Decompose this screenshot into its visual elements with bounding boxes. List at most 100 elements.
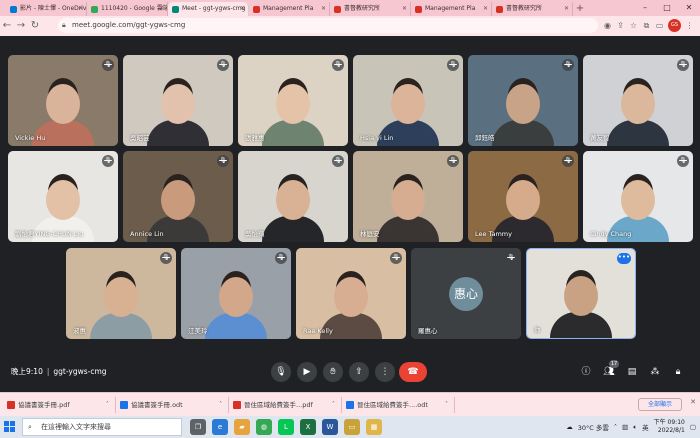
participant-tile[interactable]: 張雅惠 🎙︎ bbox=[238, 55, 348, 146]
forward-icon[interactable]: → bbox=[14, 16, 28, 36]
windows-taskbar: ⌕ 在這裡輸入文字來搜尋 ❐ e ▰ ◍ L X W ▭ ▦ ☁︎ 30°C 多… bbox=[0, 416, 700, 438]
download-menu-icon[interactable]: ˄ bbox=[106, 397, 109, 413]
browser-tab[interactable]: Meet - ggt-ygws-cmg ✕ bbox=[168, 2, 249, 16]
tab-close-icon[interactable]: ✕ bbox=[564, 2, 569, 16]
profile-avatar[interactable]: GS bbox=[668, 19, 681, 32]
meet-control-bar: 晚上9:10 | ggt-ygws-cmg 🎙︎ ▶ ✋︎ ⇧ ⋮ ☎︎ ⓘ 👥︎ … bbox=[0, 352, 700, 392]
url-field[interactable]: 🔒︎ meet.google.com/ggt-ygws-cmg bbox=[58, 18, 598, 33]
meeting-details-button[interactable]: ⓘ bbox=[578, 364, 594, 380]
participant-tile[interactable]: Lee Tammy 🎙︎ bbox=[468, 151, 578, 242]
participant-tile[interactable]: Vickie Hu 🎙︎ bbox=[8, 55, 118, 146]
tab-close-icon[interactable]: ✕ bbox=[402, 2, 407, 16]
participant-tile[interactable]: 你 ••• bbox=[526, 248, 636, 339]
pdf-file-icon bbox=[233, 401, 241, 409]
excel-icon[interactable]: X bbox=[300, 419, 316, 435]
participant-name: 劉怡君YING-CHUN Liu bbox=[15, 230, 84, 238]
tab-close-icon[interactable]: ✕ bbox=[321, 2, 326, 16]
show-all-downloads-button[interactable]: 全部顯示 bbox=[638, 398, 682, 411]
tile-more-options-icon[interactable]: ••• bbox=[617, 253, 631, 264]
share-icon[interactable]: ⇪ bbox=[616, 18, 625, 33]
new-tab-icon[interactable]: + bbox=[573, 2, 587, 16]
present-button[interactable]: ⇧ bbox=[349, 362, 369, 382]
participant-tile[interactable]: 江美玲 🎙︎ bbox=[181, 248, 291, 339]
browser-tab[interactable]: Management Pla ✕ bbox=[411, 2, 492, 16]
network-icon[interactable]: ▥ bbox=[622, 423, 628, 431]
bookmark-star-icon[interactable]: ☆ bbox=[629, 18, 638, 33]
participant-tile[interactable]: 惠心 羅惠心 🎙︎ bbox=[411, 248, 521, 339]
download-item[interactable]: 晉住區域給費簽手....odt ˄ bbox=[343, 397, 455, 413]
participant-tile[interactable]: 林庭安 🎙︎ bbox=[353, 151, 463, 242]
host-controls-button[interactable]: 🔒︎ bbox=[670, 364, 686, 380]
notifications-icon[interactable]: ▢ bbox=[690, 423, 696, 431]
weather-text[interactable]: 30°C 多雲 bbox=[578, 422, 609, 432]
download-item[interactable]: 協議書簽手冊.pdf ˄ bbox=[4, 397, 116, 413]
sticky-notes-icon[interactable]: ▦ bbox=[366, 419, 382, 435]
more-options-button[interactable]: ⋮ bbox=[375, 362, 395, 382]
back-icon[interactable]: ← bbox=[0, 16, 14, 36]
reload-icon[interactable]: ↻ bbox=[28, 16, 42, 36]
download-menu-icon[interactable]: ˄ bbox=[219, 397, 222, 413]
ime-indicator[interactable]: 英 bbox=[642, 422, 649, 432]
chat-button[interactable]: ▤ bbox=[624, 364, 640, 380]
participant-video-face bbox=[161, 180, 195, 220]
download-menu-icon[interactable]: ˄ bbox=[332, 397, 335, 413]
minimize-icon[interactable]: – bbox=[634, 0, 656, 16]
browser-tab[interactable]: 書督教研究所 ✕ bbox=[330, 2, 411, 16]
participant-tile[interactable]: 吳怡蘋 🎙︎ bbox=[238, 151, 348, 242]
weather-icon[interactable]: ☁︎ bbox=[566, 423, 573, 431]
download-item[interactable]: 晉住區域給費簽手...pdf ˄ bbox=[230, 397, 342, 413]
meeting-info: 晚上9:10 | ggt-ygws-cmg bbox=[11, 367, 107, 376]
info-icon: ⓘ bbox=[581, 367, 591, 377]
line-icon[interactable]: L bbox=[278, 419, 294, 435]
chrome-icon[interactable]: ◍ bbox=[256, 419, 272, 435]
participant-video-face bbox=[391, 84, 425, 124]
tab-close-icon[interactable]: ✕ bbox=[78, 2, 83, 16]
downloads-shelf: 全部顯示 ✕ 協議書簽手冊.pdf ˄ 協議書簽手冊.odt ˄ 晉住區域給費簽手...… bbox=[0, 392, 700, 416]
address-bar-row: ← → ↻ 🔒︎ meet.google.com/ggt-ygws-cmg ◉ … bbox=[0, 16, 700, 36]
task-view-icon[interactable]: ❐ bbox=[190, 419, 206, 435]
mic-off-icon: 🎙︎ bbox=[332, 155, 344, 167]
browser-menu-icon[interactable]: ⋮ bbox=[685, 18, 694, 33]
participant-tile[interactable]: 淑惠 🎙︎ bbox=[66, 248, 176, 339]
edge-icon[interactable]: e bbox=[212, 419, 228, 435]
folder-icon[interactable]: ▭ bbox=[344, 419, 360, 435]
browser-tab[interactable]: 影片 - 陳士懌 - OneDrive ✕ bbox=[6, 2, 87, 16]
participant-tile[interactable]: 邱鈺皓 🎙︎ bbox=[468, 55, 578, 146]
raise-hand-button[interactable]: ✋︎ bbox=[323, 362, 343, 382]
activities-button[interactable]: ⁂ bbox=[647, 364, 663, 380]
close-window-icon[interactable]: ✕ bbox=[678, 0, 700, 16]
participant-name: Lee Tammy bbox=[475, 230, 512, 238]
end-call-button[interactable]: ☎︎ bbox=[399, 362, 427, 382]
tab-close-icon[interactable]: ✕ bbox=[240, 2, 245, 16]
volume-icon[interactable]: 🔈︎ bbox=[633, 423, 637, 432]
participant-tile[interactable]: 吳昭芸 🎙︎ bbox=[123, 55, 233, 146]
mic-toggle-button[interactable]: 🎙︎ bbox=[271, 362, 291, 382]
camera-status-icon[interactable]: ◉ bbox=[603, 18, 612, 33]
sidebar-icon[interactable]: ▭ bbox=[655, 18, 664, 33]
extensions-icon[interactable]: ⧉ bbox=[642, 18, 651, 33]
maximize-icon[interactable]: □ bbox=[656, 0, 678, 16]
people-button[interactable]: 👥︎ 17 bbox=[601, 360, 619, 380]
tab-close-icon[interactable]: ✕ bbox=[483, 2, 488, 16]
browser-tab[interactable]: Management Pla ✕ bbox=[249, 2, 330, 16]
file-explorer-icon[interactable]: ▰ bbox=[234, 419, 250, 435]
participant-tile[interactable]: 劉怡君YING-CHUN Liu 🎙︎ bbox=[8, 151, 118, 242]
browser-tab[interactable]: 書督教研究所 ✕ bbox=[492, 2, 573, 16]
download-item[interactable]: 協議書簽手冊.odt ˄ bbox=[117, 397, 229, 413]
download-menu-icon[interactable]: ˄ bbox=[445, 397, 448, 413]
close-shelf-icon[interactable]: ✕ bbox=[690, 398, 696, 406]
participant-tile[interactable]: Cindy Chang 🎙︎ bbox=[583, 151, 693, 242]
taskbar-clock[interactable]: 下午 09:10 2022/8/1 bbox=[654, 419, 685, 435]
tab-label: 1110420 - Google 雲端硬碟 bbox=[101, 5, 168, 12]
word-icon[interactable]: W bbox=[322, 419, 338, 435]
taskbar-search-box[interactable]: ⌕ 在這裡輸入文字來搜尋 bbox=[22, 418, 182, 436]
participant-tile[interactable]: Annice Lin 🎙︎ bbox=[123, 151, 233, 242]
tab-close-icon[interactable]: ✕ bbox=[159, 2, 164, 16]
windows-start-icon[interactable] bbox=[4, 421, 16, 433]
camera-toggle-button[interactable]: ▶ bbox=[297, 362, 317, 382]
participant-tile[interactable]: Hsia yi Lin 🎙︎ bbox=[353, 55, 463, 146]
browser-tab[interactable]: 1110420 - Google 雲端硬碟✕ bbox=[87, 2, 168, 16]
participant-tile[interactable]: Rae Kelly 🎙︎ bbox=[296, 248, 406, 339]
tray-overflow-icon[interactable]: ˄ bbox=[614, 423, 617, 431]
participant-tile[interactable]: 黃友智 🎙︎ bbox=[583, 55, 693, 146]
